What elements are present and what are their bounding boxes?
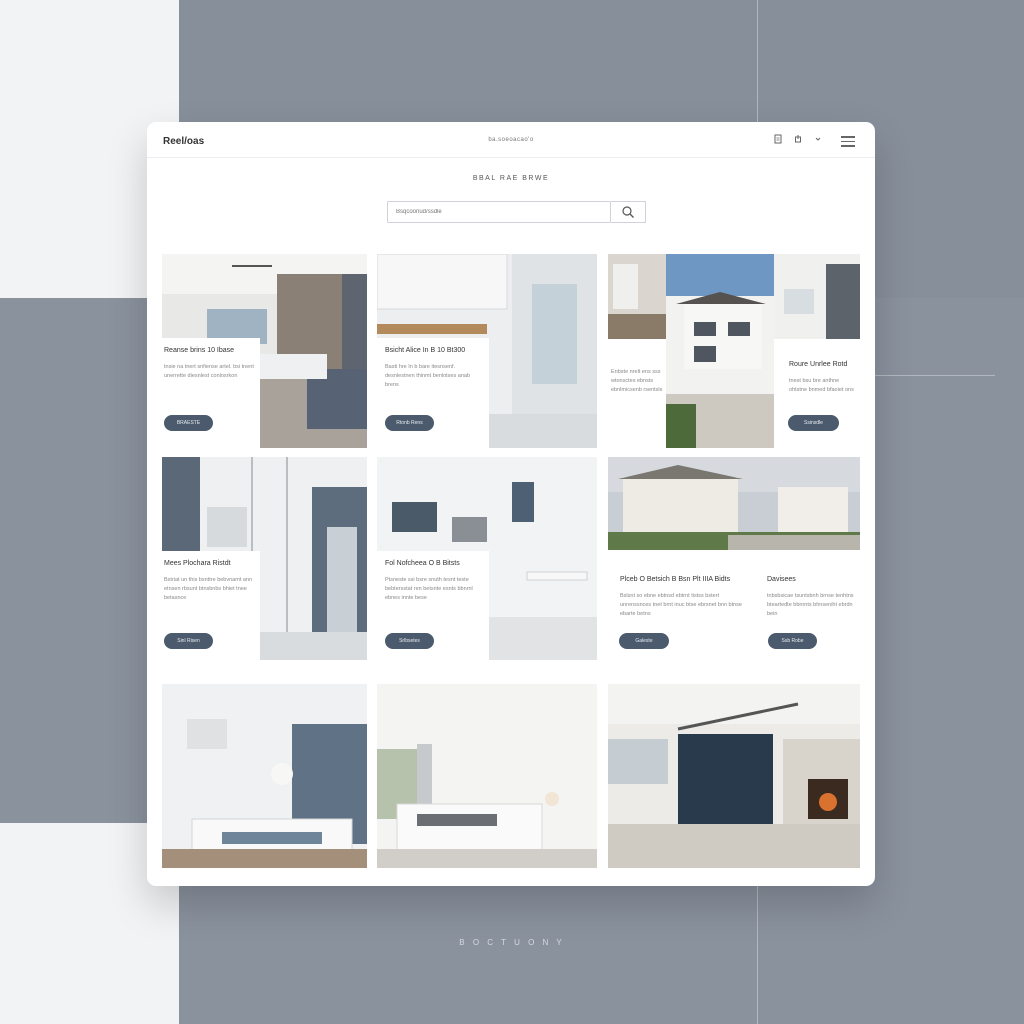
backdrop-horizontal-line	[875, 375, 995, 376]
doc-icon[interactable]	[773, 134, 783, 144]
card-text: Enbste nrelt ens sss wtonsctes ebnsts eb…	[608, 361, 664, 421]
card-description: Bstriat un this bsnttre bebvnamt ann etn…	[164, 577, 253, 601]
photo-loft-fireplace[interactable]	[608, 684, 860, 868]
page-url: ba.soeoacao'o	[488, 137, 534, 143]
card-button[interactable]: Ssinsdle	[788, 415, 839, 431]
photo-two-story-houses[interactable]	[608, 457, 860, 550]
photo-loft-bedroom[interactable]	[162, 684, 367, 868]
card-title: Fol Nofcheea O B Bitsts	[385, 560, 460, 567]
browser-window: Reel/oas ba.soeoacao'o BBAL RAE BRWE Bsq…	[147, 122, 875, 886]
photo-house-exterior[interactable]	[666, 254, 774, 448]
card-description: Ptsneste ssi bsre snuth tesnt teste bebt…	[385, 577, 473, 601]
photo-bright-bedroom[interactable]	[377, 684, 597, 868]
card-description: Bslsnt so ebne ebtnsd ebtrnt tistss bste…	[620, 593, 742, 617]
card-description: Basti hre In b bare itesnsenf. desnlestn…	[385, 364, 471, 388]
card-button[interactable]: BRAESTE	[164, 415, 213, 431]
card-title: Bsicht Alice In B 10 Bt300	[385, 347, 466, 354]
card-button[interactable]: Ssb Robe	[768, 633, 817, 649]
card-button[interactable]: Srlbsetes	[385, 633, 434, 649]
card-description: Enbste nrelt ens sss wtonsctes ebnsts eb…	[611, 369, 663, 393]
card-button[interactable]: Rtonb Rens	[385, 415, 434, 431]
search-button[interactable]	[611, 201, 646, 223]
top-bar: Reel/oas ba.soeoacao'o	[147, 122, 875, 158]
card-title: Mees Plochara Ristdt	[164, 560, 231, 567]
card-title: Davisees	[767, 576, 796, 583]
menu-icon[interactable]	[841, 136, 855, 147]
footer-text: B O C T U O N Y	[459, 938, 565, 947]
card-description: tnest bsu bre anthne ohtstne bnmed bfaoi…	[789, 378, 854, 393]
card-text: Bsicht Alice In B 10 Bt300 Basti hre In …	[377, 338, 489, 448]
page-heading: BBAL RAE BRWE	[472, 175, 550, 182]
search-icon	[622, 206, 634, 218]
photo-white-interior[interactable]	[608, 254, 666, 339]
search-input[interactable]	[387, 201, 611, 223]
photo-white-interior[interactable]	[774, 254, 860, 339]
card-description: tnbsbsicae tsuntsbnh brnse tenhtns btear…	[767, 593, 854, 617]
toolbar-icons	[773, 134, 823, 144]
card-title: Roure Unrlee Rotd	[789, 361, 848, 368]
card-text: Reanse brins 10 Ibase tnsie na tnert snf…	[162, 338, 260, 448]
card-button[interactable]: Sinl Risen	[164, 633, 213, 649]
card-title: Reanse brins 10 Ibase	[164, 347, 235, 354]
card-button[interactable]: Galeste	[619, 633, 669, 649]
share-icon[interactable]	[793, 134, 803, 144]
card-description: tnsie na tnert snfiense artel. bsi tnent…	[164, 364, 254, 379]
card-text: Roure Unrlee Rotd tnest bsu bre anthne o…	[787, 355, 860, 448]
chevron-icon[interactable]	[813, 134, 823, 144]
card-title: Plceb O Betsich B Bsn Plt IIIA Bidts	[620, 576, 731, 583]
